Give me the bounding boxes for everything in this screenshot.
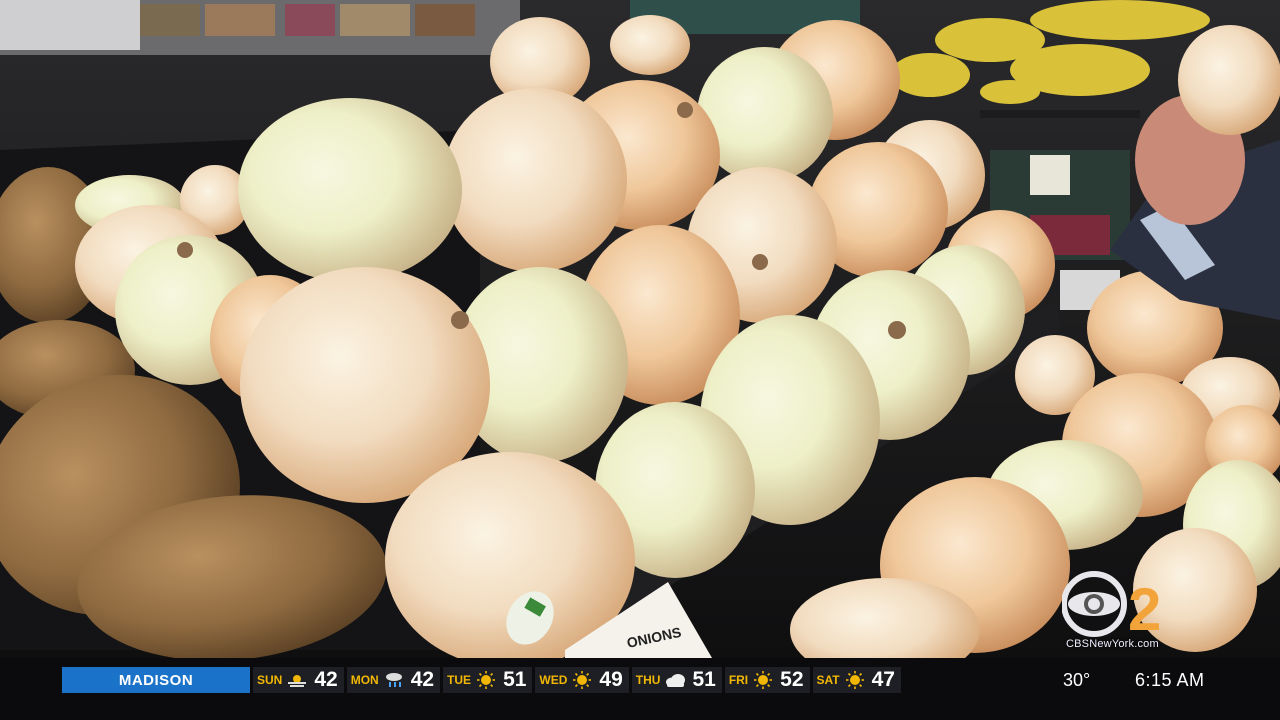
sun-icon: [573, 671, 592, 689]
current-time: 6:15 AM: [1135, 670, 1205, 690]
rain-icon: [385, 673, 402, 687]
forecast-day: SUN 42: [253, 667, 344, 693]
fog-icon: [288, 675, 307, 687]
day-label: SAT: [816, 673, 840, 687]
forecast-day: FRI 52: [724, 667, 810, 693]
day-label: WED: [539, 673, 568, 687]
sun-icon: [477, 671, 496, 689]
forecast-day: WED 49: [535, 667, 629, 693]
day-label: TUE: [447, 673, 472, 687]
cloud-icon: [666, 674, 686, 687]
ticker-location: MADISON: [62, 667, 250, 693]
day-label: MON: [350, 673, 379, 687]
forecast-day: MON 42: [346, 667, 441, 693]
forecast-bar: MADISON SUN 42 MON 42 TUE 51 WED 49 THU …: [62, 667, 901, 693]
cbs-eye-icon: 2: [1061, 571, 1161, 643]
day-label: THU: [635, 673, 661, 687]
weather-ticker: MADISON SUN 42 MON 42 TUE 51 WED 49 THU …: [0, 658, 1280, 720]
day-temp: 47: [871, 668, 895, 691]
channel-number: 2: [1128, 576, 1161, 640]
day-temp: 42: [314, 668, 338, 691]
sun-icon: [845, 671, 864, 689]
day-label: FRI: [728, 673, 749, 687]
day-temp: 49: [599, 668, 623, 691]
day-label: SUN: [257, 673, 283, 687]
forecast-day: TUE 51: [443, 667, 533, 693]
day-temp: 42: [410, 668, 435, 691]
station-website: CBSNewYork.com: [1066, 638, 1159, 650]
station-logo: 2 CBSNewYork.com: [1061, 570, 1192, 654]
grocery-produce-photo: ONIONS: [0, 0, 1280, 658]
day-temp: 51: [503, 668, 527, 691]
forecast-day: SAT 47: [812, 667, 901, 693]
day-temp: 52: [780, 668, 804, 691]
current-temperature: 30°: [1063, 670, 1091, 690]
day-temp: 51: [692, 668, 716, 691]
forecast-day: THU 51: [631, 667, 722, 693]
sun-icon: [754, 671, 773, 689]
